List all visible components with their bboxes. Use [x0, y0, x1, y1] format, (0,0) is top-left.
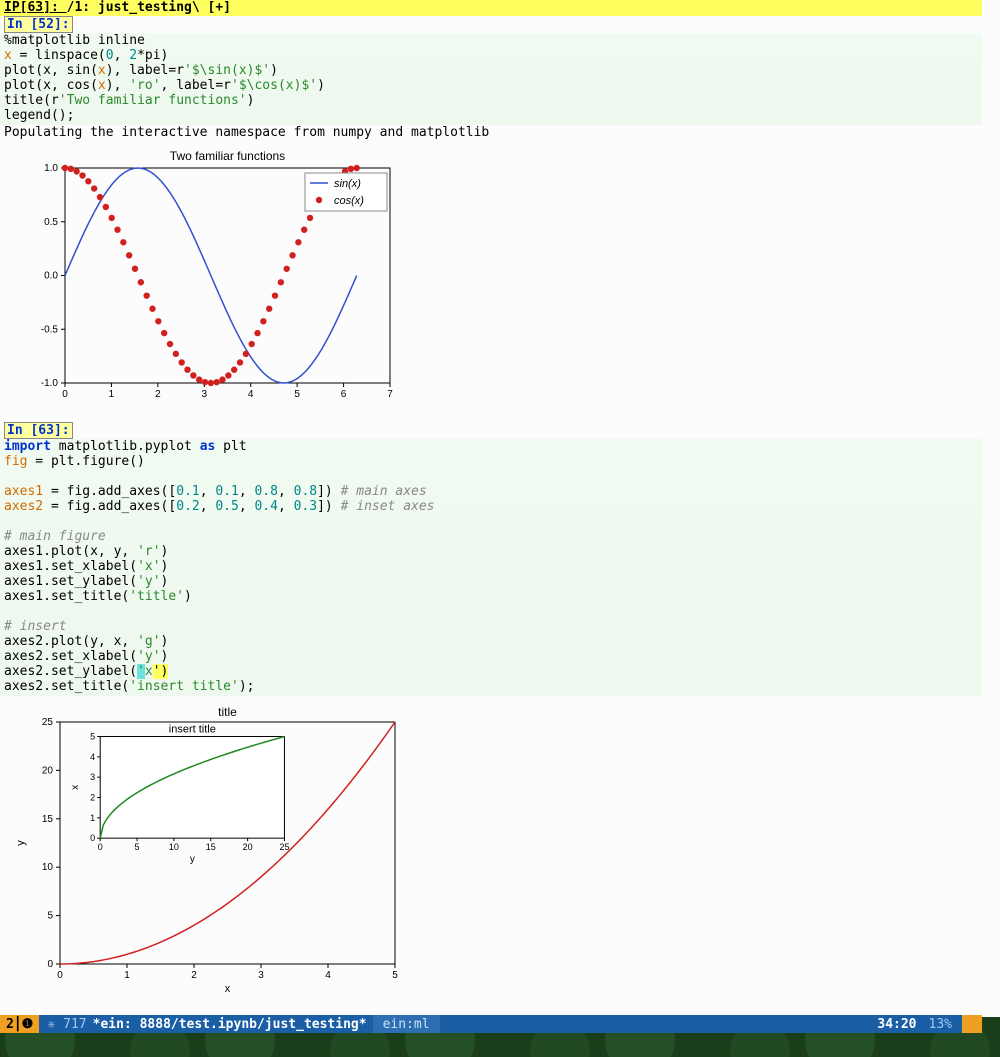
svg-text:0.5: 0.5 [44, 217, 58, 228]
cell-prompt-63: In [63]: [4, 422, 73, 439]
minibuffer[interactable] [0, 1033, 1000, 1057]
major-mode: ein:ml [373, 1015, 440, 1033]
svg-text:5: 5 [135, 842, 140, 852]
svg-text:20: 20 [42, 765, 54, 776]
modified-icon: ✳ [39, 1017, 63, 1032]
cell-prompt-52: In [52]: [4, 16, 73, 33]
svg-text:-0.5: -0.5 [41, 324, 59, 335]
svg-text:0: 0 [62, 389, 68, 400]
svg-text:1: 1 [90, 813, 95, 823]
cursor-region: ' [137, 664, 145, 679]
svg-text:15: 15 [42, 814, 54, 825]
svg-text:1: 1 [124, 970, 130, 981]
svg-text:0: 0 [90, 833, 95, 843]
modeline-end-icon [962, 1015, 982, 1033]
buffer-name: *ein: 8888/test.ipynb/just_testing* [87, 1017, 373, 1032]
svg-text:2: 2 [155, 389, 161, 400]
svg-text:0: 0 [57, 970, 63, 981]
svg-text:title: title [218, 705, 237, 719]
svg-text:y: y [190, 854, 195, 865]
svg-text:sin(x): sin(x) [334, 178, 361, 190]
svg-text:5: 5 [392, 970, 398, 981]
chart-title-with-inset: title012345x0510152025yinsert title05101… [10, 704, 410, 994]
svg-text:cos(x): cos(x) [334, 195, 364, 207]
svg-text:20: 20 [243, 842, 253, 852]
svg-text:25: 25 [279, 842, 289, 852]
svg-text:0: 0 [98, 842, 103, 852]
svg-text:y: y [15, 840, 27, 846]
plot-output-52: Two familiar functions 0 1 2 3 4 5 6 7 -1.0 -0.5 0.… [0, 140, 982, 416]
svg-text:x: x [70, 785, 81, 790]
svg-text:10: 10 [169, 842, 179, 852]
svg-text:2: 2 [191, 970, 197, 981]
svg-text:insert title: insert title [169, 724, 216, 736]
cell-output-52: Populating the interactive namespace fro… [0, 125, 982, 140]
right-gutter [982, 0, 1000, 1017]
workspace-indicator: 2⎮❶ [0, 1015, 39, 1033]
chart-two-familiar-functions: Two familiar functions 0 1 2 3 4 5 6 7 -1.0 -0.5 0.… [20, 148, 400, 408]
plot-output-63: title012345x0510152025yinsert title05101… [0, 696, 982, 1002]
svg-text:4: 4 [325, 970, 331, 981]
svg-text:5: 5 [47, 911, 53, 922]
svg-text:-1.0: -1.0 [41, 378, 59, 389]
svg-text:10: 10 [42, 862, 54, 873]
magic-line: %matplotlib inline [4, 33, 145, 48]
cell-code-63[interactable]: import matplotlib.pyplot as plt fig = pl… [0, 439, 982, 696]
svg-text:x: x [225, 983, 231, 994]
text-cursor: ' [153, 664, 161, 679]
svg-text:25: 25 [42, 717, 54, 728]
var-x: x [4, 48, 12, 63]
svg-text:5: 5 [90, 732, 95, 742]
notebook-content[interactable]: In [52]: %matplotlib inline x = linspace… [0, 16, 982, 1017]
svg-text:3: 3 [258, 970, 264, 981]
svg-text:7: 7 [387, 389, 393, 400]
modeline: 2⎮❶ ✳ 717 *ein: 8888/test.ipynb/just_tes… [0, 1015, 982, 1033]
cell-code-52[interactable]: %matplotlib inline x = linspace(0, 2*pi)… [0, 33, 982, 125]
svg-text:2: 2 [90, 793, 95, 803]
svg-text:1: 1 [109, 389, 115, 400]
svg-text:4: 4 [248, 389, 254, 400]
window-titlebar: IP[63]: /1: just_testing\ [+] [0, 0, 982, 16]
svg-text:4: 4 [90, 752, 95, 762]
svg-text:3: 3 [90, 772, 95, 782]
svg-text:0.0: 0.0 [44, 271, 58, 282]
line-count: 717 [63, 1017, 86, 1032]
svg-text:15: 15 [206, 842, 216, 852]
svg-text:1.0: 1.0 [44, 163, 58, 174]
svg-text:6: 6 [341, 389, 347, 400]
svg-text:Two familiar functions: Two familiar functions [170, 149, 285, 163]
svg-text:0: 0 [47, 959, 53, 970]
cursor-position: 34:20 [865, 1017, 928, 1032]
svg-text:3: 3 [202, 389, 208, 400]
scroll-percent: 13% [929, 1017, 958, 1032]
svg-text:5: 5 [294, 389, 300, 400]
